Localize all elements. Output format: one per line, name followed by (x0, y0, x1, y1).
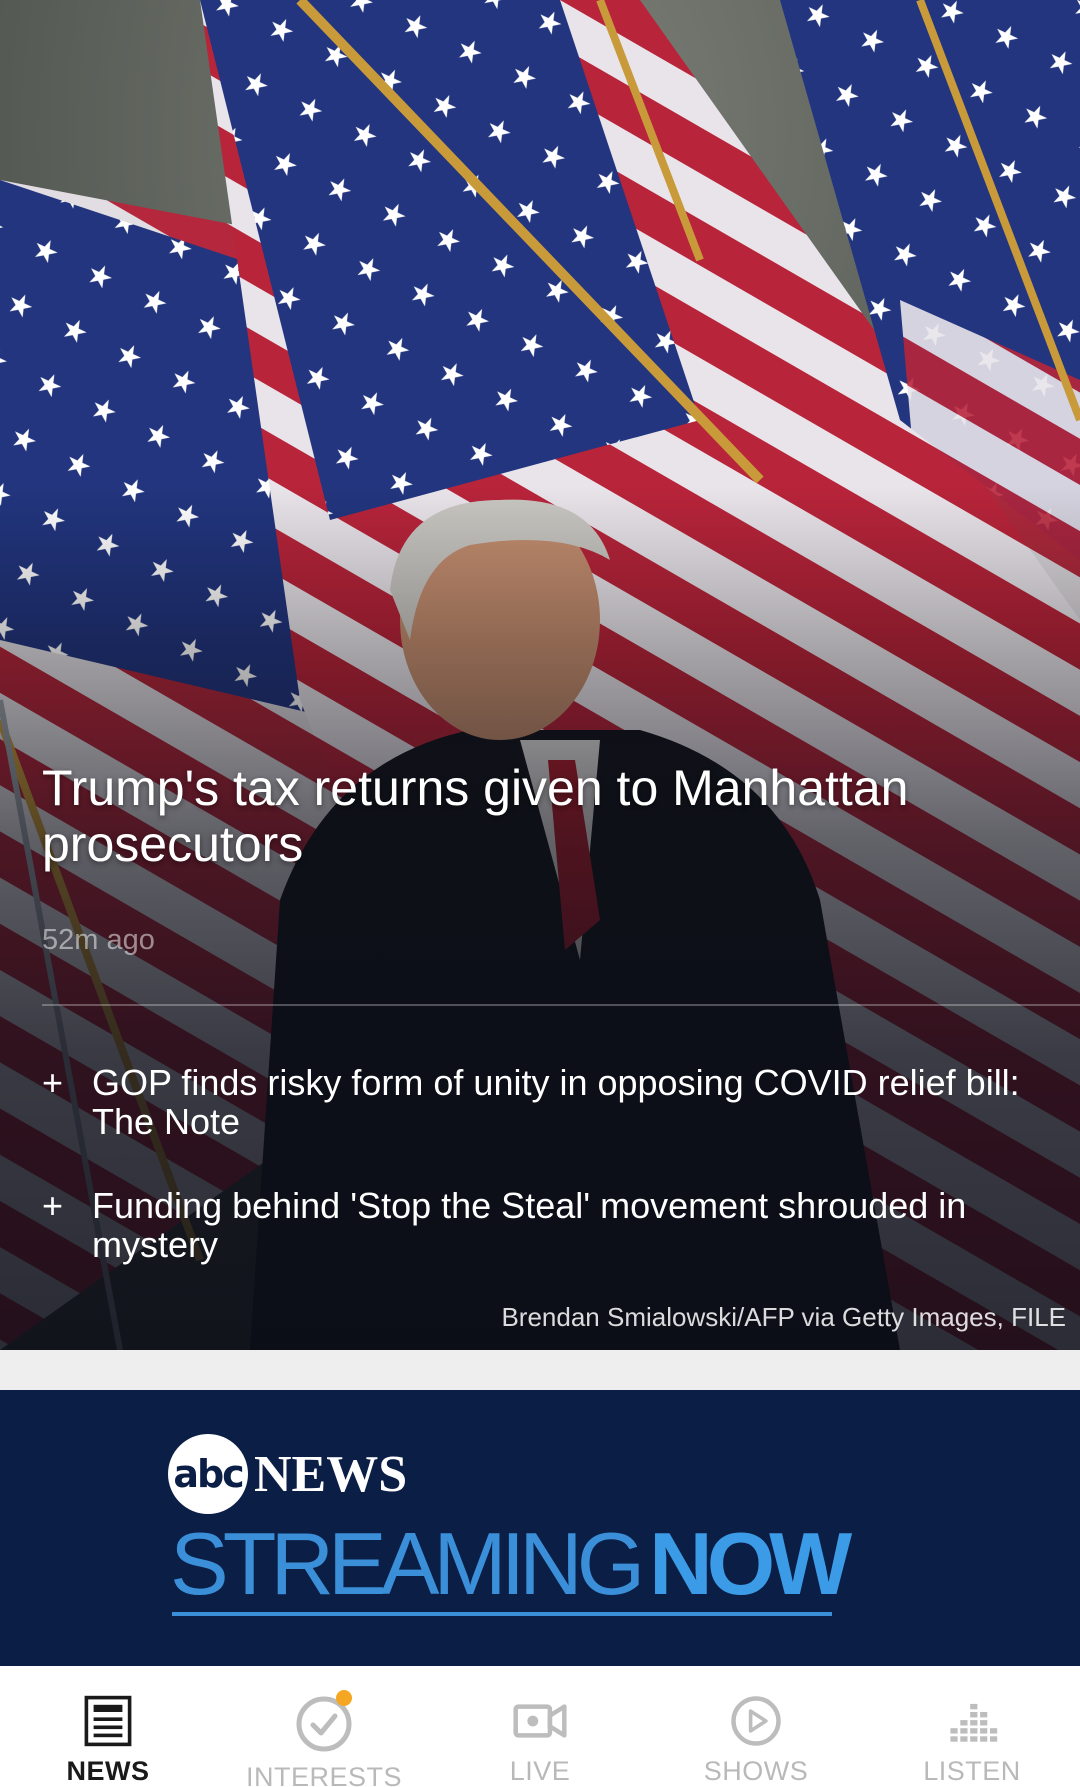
nav-label: LIVE (509, 1756, 571, 1786)
streaming-now-banner[interactable]: abc NEWS STREAMING NOW (0, 1390, 1080, 1666)
newspaper-icon (84, 1695, 132, 1747)
equalizer-icon (950, 1703, 998, 1742)
abc-logo-mark: abc (168, 1434, 248, 1514)
play-circle-icon (731, 1696, 781, 1746)
wordmark-underline (172, 1612, 832, 1616)
abc-logo-word: NEWS (254, 1445, 408, 1503)
headline[interactable]: Trump's tax returns given to Manhattan p… (42, 760, 1002, 872)
nav-label: LISTEN (923, 1756, 1021, 1786)
related-story[interactable]: + GOP finds risky form of unity in oppos… (42, 1063, 1042, 1141)
photo-credit: Brendan Smialowski/AFP via Getty Images,… (501, 1302, 1066, 1332)
plus-icon: + (42, 1185, 64, 1226)
hero-story[interactable]: ★ Trump's tax returns given to Manhattan… (0, 0, 1080, 1350)
check-circle-icon (294, 1690, 354, 1754)
plus-icon: + (42, 1062, 64, 1103)
related-story-title: GOP finds risky form of unity in opposin… (92, 1062, 1020, 1142)
related-story[interactable]: + Funding behind 'Stop the Steal' moveme… (42, 1186, 1042, 1264)
streaming-word: STREAMING (170, 1514, 645, 1613)
nav-tab-interests[interactable]: INTERESTS (216, 1666, 432, 1787)
related-story-title: Funding behind 'Stop the Steal' movement… (92, 1185, 967, 1265)
now-word: NOW (649, 1514, 852, 1613)
timestamp: 52m ago (42, 924, 155, 956)
bottom-navigation: NEWS INTERESTS LIVE SHOWS LISTEN (0, 1666, 1080, 1787)
section-gap (0, 1350, 1080, 1390)
nav-tab-news[interactable]: NEWS (0, 1666, 216, 1787)
streaming-now-wordmark: STREAMING NOW (170, 1514, 852, 1613)
video-camera-icon (513, 1704, 567, 1738)
abc-news-logo: abc NEWS (168, 1434, 407, 1514)
nav-label: SHOWS (703, 1756, 809, 1786)
nav-tab-live[interactable]: LIVE (432, 1666, 648, 1787)
nav-tab-listen[interactable]: LISTEN (864, 1666, 1080, 1787)
nav-tab-shows[interactable]: SHOWS (648, 1666, 864, 1787)
divider (42, 1004, 1080, 1006)
notification-dot (336, 1690, 352, 1706)
nav-label: INTERESTS (245, 1762, 403, 1787)
nav-label: NEWS (66, 1756, 150, 1786)
